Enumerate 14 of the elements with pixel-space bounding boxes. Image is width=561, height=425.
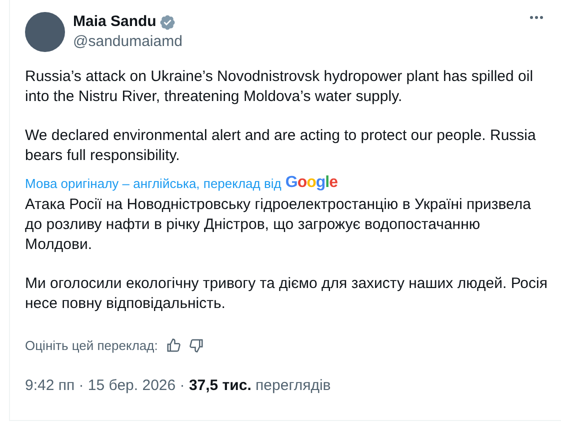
thumbs-up-icon[interactable]: [166, 338, 181, 354]
translated-text: Ми оголосили екологічну тривогу та діємо для захисту наших людей. Росія несе повну відповідальність.: [25, 274, 548, 314]
author-name[interactable]: Maia Sandu: [73, 12, 156, 32]
tweet-text: Russia’s attack on Ukraine’s Novodnistrovsk hydropower plant has spilled oil into the Nistru River, threatening Moldova’s water supply.: [25, 67, 534, 107]
post-meta-text: 9:42 пп · 15 бер. 2026 · 37,5 тис. переглядів: [25, 376, 331, 394]
translation-source-label: Мова оригіналу – англійська, переклад від: [25, 175, 282, 193]
more-options-icon[interactable]: [530, 16, 543, 19]
google-logo[interactable]: Google: [285, 173, 338, 193]
author-handle[interactable]: @sandumaiamd: [73, 32, 182, 52]
tweet-text: We declared environmental alert and are acting to protect our people. Russia bears full responsibility.: [25, 126, 537, 166]
translated-text: Атака Росії на Новодністровську гідроелектростанцію в Україні призвела до розливу нафти в річку Дністров, що загрожує водопостачанню Молдови.: [25, 195, 532, 255]
avatar-photo-placeholder[interactable]: [25, 12, 65, 52]
rate-translation-label: Оцініть цей переклад:: [25, 337, 158, 355]
thumbs-down-icon[interactable]: [188, 338, 204, 354]
